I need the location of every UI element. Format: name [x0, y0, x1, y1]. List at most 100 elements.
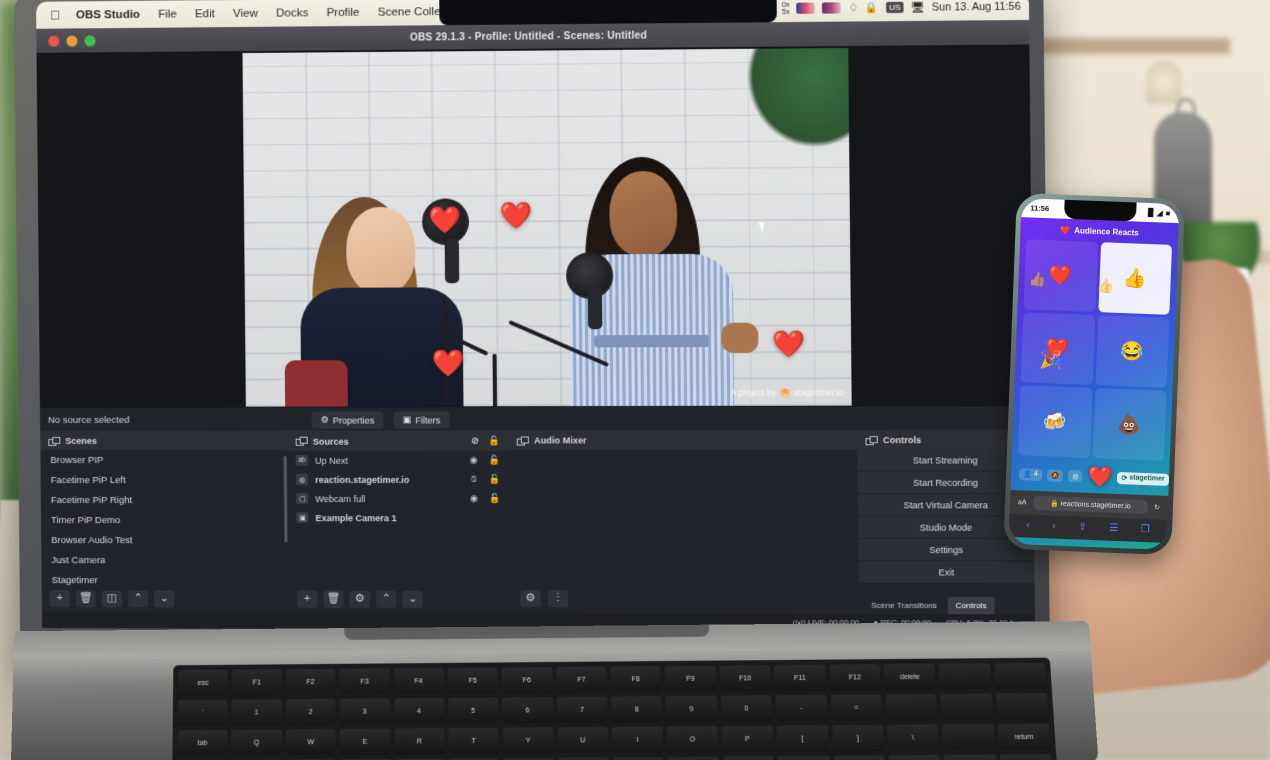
key[interactable]: = [830, 694, 883, 722]
remove-source-button[interactable]: 🗑 [323, 590, 344, 608]
key[interactable]: W [285, 728, 336, 756]
safari-toolbar[interactable]: ‹ › ⇪ ☰ ❐ [1008, 513, 1168, 543]
key[interactable]: ] [831, 724, 885, 752]
key[interactable]: P [721, 725, 774, 753]
scene-item-browser-audio-test[interactable]: Browser Audio Test [41, 530, 288, 550]
key[interactable]: U [557, 726, 609, 754]
menu-file[interactable]: File [149, 8, 186, 20]
key[interactable]: F7 [555, 666, 607, 694]
display-swatch-icon[interactable] [796, 2, 816, 14]
key[interactable]: 4 [393, 697, 445, 725]
lock-icon[interactable]: 🔓 [488, 493, 501, 504]
key[interactable]: 9 [665, 695, 718, 723]
properties-button[interactable]: ⚙ Properties [311, 411, 384, 429]
menu-app-name[interactable]: OBS Studio [76, 8, 149, 21]
menu-view[interactable]: View [224, 7, 267, 19]
heart-send-icon[interactable]: ❤️ [1087, 464, 1113, 490]
scenes-toolbar[interactable]: + 🗑 ◫ ⌃ ⌄ [41, 585, 290, 613]
back-icon[interactable]: ‹ [1026, 520, 1030, 531]
keyboard[interactable]: esc F1 F2 F3 F4 F5 F6 F7 F8 F9 F10 F11 F… [172, 657, 1058, 760]
key[interactable]: Q [231, 729, 282, 756]
add-source-button[interactable]: + [297, 590, 318, 608]
source-row-up-next[interactable]: ab Up Next ◉ 🔓 [288, 451, 509, 470]
key[interactable]: F10 [719, 665, 771, 692]
reaction-button-heart-2[interactable]: ❤️ [1020, 312, 1095, 385]
sources-list[interactable]: ab Up Next ◉ 🔓 ◍ reaction.stagetimer.io … [287, 450, 511, 586]
move-scene-down-button[interactable]: ⌄ [153, 590, 175, 608]
tab-scene-transitions[interactable]: Scene Transitions [863, 597, 945, 614]
source-row-example-camera-1[interactable]: ▣ Example Camera 1 [288, 508, 509, 527]
key[interactable]: 6 [502, 697, 554, 724]
key[interactable]: 2 [285, 698, 336, 726]
share-icon[interactable]: ⇪ [1078, 522, 1087, 533]
scene-item-stagetimer[interactable]: Stagetimer [42, 570, 289, 586]
key[interactable]: delete [883, 663, 937, 691]
key[interactable] [888, 754, 942, 760]
tab-controls[interactable]: Controls [947, 596, 995, 615]
key[interactable]: - [775, 694, 828, 722]
key[interactable]: ' [777, 755, 831, 760]
key[interactable]: 1 [231, 699, 282, 726]
key[interactable]: return [997, 723, 1051, 751]
phone-screen[interactable]: 11:56 ▉ ◢ ■ ❤️ Audience Reacts ❤️ 👍 ❤️ 😂 [1008, 198, 1180, 550]
key[interactable] [942, 723, 995, 751]
exit-button[interactable]: Exit [858, 561, 1035, 583]
key[interactable]: I [611, 726, 664, 754]
menubar-status-area[interactable]: 0x 5x ♢ 🔒 US 🖥 Sun 13. Aug 11:56 [782, 0, 1021, 15]
filters-button[interactable]: ▣ Filters [393, 411, 450, 429]
duplicate-scene-button[interactable]: ◫ [101, 590, 123, 608]
key[interactable]: F12 [828, 664, 881, 691]
apple-icon[interactable]:  [50, 8, 60, 23]
key[interactable]: F11 [774, 664, 826, 692]
add-scene-button[interactable]: + [49, 590, 70, 608]
key[interactable]: shift [999, 754, 1053, 760]
phone-bottom-bar[interactable]: 👤 4 🔕 ◎ ❤️ ⟳ stagetimer [1010, 455, 1169, 496]
brave-shield-icon[interactable]: ♢ [848, 2, 858, 14]
key[interactable]: ; [722, 756, 775, 760]
key[interactable]: O [666, 726, 719, 753]
key[interactable]: F3 [339, 668, 390, 695]
key[interactable] [885, 693, 938, 721]
key[interactable] [938, 663, 992, 690]
move-source-up-button[interactable]: ⌃ [375, 590, 397, 608]
key[interactable]: E [339, 728, 391, 756]
audio-mixer-toolbar[interactable]: ⚙ ⋮ [510, 584, 859, 614]
lock-icon[interactable]: 🔒 [865, 1, 879, 14]
tabs-icon[interactable]: ❐ [1141, 524, 1150, 535]
key[interactable] [995, 693, 1049, 720]
key[interactable]: R [393, 728, 445, 755]
scene-item-timer-pip-demo[interactable]: Timer PiP Demo [41, 510, 288, 530]
key[interactable]: L [667, 756, 720, 760]
key[interactable]: F9 [664, 665, 717, 693]
viewer-count-pill[interactable]: 👤 4 [1018, 467, 1042, 481]
key[interactable]: Y [502, 727, 554, 755]
scene-item-browser-pip[interactable]: Browser PIP [40, 450, 287, 470]
lock-icon[interactable]: 🔓 [488, 474, 501, 485]
scenes-list[interactable]: Browser PIP Facetime PiP Left Facetime P… [40, 449, 289, 586]
key[interactable]: tab [177, 729, 228, 757]
key[interactable]: F8 [610, 666, 662, 693]
key[interactable]: F2 [285, 668, 336, 696]
source-settings-button[interactable]: ⚙ [349, 590, 371, 608]
controls-dock-tabs[interactable]: Scene Transitions Controls [859, 595, 1035, 615]
audio-overflow-menu-button[interactable]: ⋮ [547, 590, 569, 608]
keyboard-layout-icon[interactable]: US [885, 1, 904, 14]
key[interactable]: F4 [393, 667, 444, 695]
menu-docks[interactable]: Docks [267, 7, 318, 20]
remove-scene-button[interactable]: 🗑 [75, 590, 96, 608]
key[interactable]: 3 [339, 698, 390, 725]
bookmarks-icon[interactable]: ☰ [1109, 523, 1118, 534]
visibility-toggle-icon[interactable]: ◉ [467, 455, 480, 466]
move-source-down-button[interactable]: ⌄ [402, 590, 423, 608]
key[interactable]: F6 [501, 667, 553, 694]
reaction-button-poop[interactable]: 💩 [1092, 388, 1167, 461]
key[interactable]: F1 [231, 669, 282, 696]
audio-settings-button[interactable]: ⚙ [520, 589, 541, 608]
display-icon[interactable]: 🖥 [911, 1, 925, 14]
url-field[interactable]: 🔒 reactions.stagetimer.io [1032, 495, 1149, 515]
lock-icon[interactable]: 🔓 [487, 455, 500, 466]
settings-button[interactable]: ◎ [1068, 469, 1083, 483]
source-row-reaction-stagetimer[interactable]: ◍ reaction.stagetimer.io ⦸ 🔓 [288, 470, 509, 489]
key[interactable]: F5 [447, 667, 499, 694]
menubar-clock[interactable]: Sun 13. Aug 11:56 [932, 0, 1021, 13]
